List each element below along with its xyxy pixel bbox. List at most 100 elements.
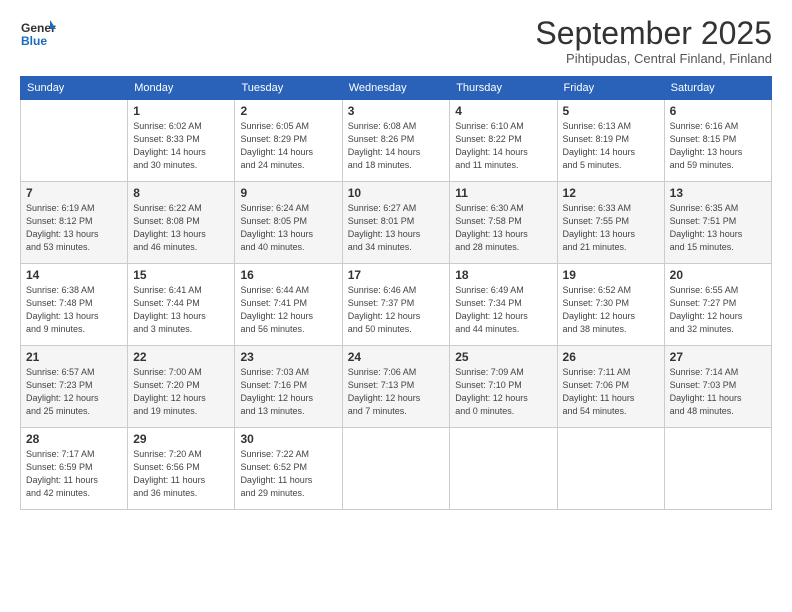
table-row: 25 Sunrise: 7:09 AM Sunset: 7:10 PM Dayli… <box>450 346 557 428</box>
page-header: General Blue September 2025 Pihtipudas, … <box>20 16 772 66</box>
table-row: 18 Sunrise: 6:49 AM Sunset: 7:34 PM Dayli… <box>450 264 557 346</box>
day-number: 2 <box>240 104 336 118</box>
day-number: 8 <box>133 186 229 200</box>
day-number: 4 <box>455 104 551 118</box>
day-info: Sunrise: 6:49 AM Sunset: 7:34 PM Dayligh… <box>455 284 551 336</box>
day-info: Sunrise: 6:33 AM Sunset: 7:55 PM Dayligh… <box>563 202 659 254</box>
col-monday: Monday <box>128 77 235 100</box>
table-row: 19 Sunrise: 6:52 AM Sunset: 7:30 PM Dayli… <box>557 264 664 346</box>
calendar-week-row: 1 Sunrise: 6:02 AM Sunset: 8:33 PM Daylig… <box>21 100 772 182</box>
day-number: 27 <box>670 350 766 364</box>
table-row: 15 Sunrise: 6:41 AM Sunset: 7:44 PM Dayli… <box>128 264 235 346</box>
day-number: 13 <box>670 186 766 200</box>
day-info: Sunrise: 6:19 AM Sunset: 8:12 PM Dayligh… <box>26 202 122 254</box>
table-row: 1 Sunrise: 6:02 AM Sunset: 8:33 PM Daylig… <box>128 100 235 182</box>
day-info: Sunrise: 6:16 AM Sunset: 8:15 PM Dayligh… <box>670 120 766 172</box>
table-row: 13 Sunrise: 6:35 AM Sunset: 7:51 PM Dayli… <box>664 182 771 264</box>
table-row: 3 Sunrise: 6:08 AM Sunset: 8:26 PM Daylig… <box>342 100 449 182</box>
day-number: 9 <box>240 186 336 200</box>
col-saturday: Saturday <box>664 77 771 100</box>
day-info: Sunrise: 6:35 AM Sunset: 7:51 PM Dayligh… <box>670 202 766 254</box>
day-info: Sunrise: 7:14 AM Sunset: 7:03 PM Dayligh… <box>670 366 766 418</box>
table-row <box>21 100 128 182</box>
day-info: Sunrise: 6:27 AM Sunset: 8:01 PM Dayligh… <box>348 202 444 254</box>
day-number: 7 <box>26 186 122 200</box>
table-row: 22 Sunrise: 7:00 AM Sunset: 7:20 PM Dayli… <box>128 346 235 428</box>
table-row: 30 Sunrise: 7:22 AM Sunset: 6:52 PM Dayli… <box>235 428 342 510</box>
day-number: 23 <box>240 350 336 364</box>
day-number: 28 <box>26 432 122 446</box>
day-number: 1 <box>133 104 229 118</box>
month-title: September 2025 <box>535 16 772 51</box>
table-row: 12Sunrise: 6:33 AM Sunset: 7:55 PM Dayli… <box>557 182 664 264</box>
day-info: Sunrise: 6:38 AM Sunset: 7:48 PM Dayligh… <box>26 284 122 336</box>
col-wednesday: Wednesday <box>342 77 449 100</box>
day-info: Sunrise: 6:44 AM Sunset: 7:41 PM Dayligh… <box>240 284 336 336</box>
day-info: Sunrise: 6:10 AM Sunset: 8:22 PM Dayligh… <box>455 120 551 172</box>
table-row: 10 Sunrise: 6:27 AM Sunset: 8:01 PM Dayli… <box>342 182 449 264</box>
day-info: Sunrise: 6:02 AM Sunset: 8:33 PM Dayligh… <box>133 120 229 172</box>
calendar-week-row: 14 Sunrise: 6:38 AM Sunset: 7:48 PM Dayli… <box>21 264 772 346</box>
table-row <box>342 428 449 510</box>
day-info: Sunrise: 7:06 AM Sunset: 7:13 PM Dayligh… <box>348 366 444 418</box>
day-number: 18 <box>455 268 551 282</box>
day-number: 14 <box>26 268 122 282</box>
table-row: 26 Sunrise: 7:11 AM Sunset: 7:06 PM Dayli… <box>557 346 664 428</box>
title-block: September 2025 Pihtipudas, Central Finla… <box>535 16 772 66</box>
day-info: Sunrise: 7:09 AM Sunset: 7:10 PM Dayligh… <box>455 366 551 418</box>
calendar-header-row: Sunday Monday Tuesday Wednesday Thursday… <box>21 77 772 100</box>
logo: General Blue <box>20 16 56 52</box>
day-number: 6 <box>670 104 766 118</box>
table-row: 27 Sunrise: 7:14 AM Sunset: 7:03 PM Dayli… <box>664 346 771 428</box>
table-row: 2Sunrise: 6:05 AM Sunset: 8:29 PM Daylig… <box>235 100 342 182</box>
table-row: 7 Sunrise: 6:19 AM Sunset: 8:12 PM Daylig… <box>21 182 128 264</box>
col-sunday: Sunday <box>21 77 128 100</box>
day-number: 29 <box>133 432 229 446</box>
table-row: 9 Sunrise: 6:24 AM Sunset: 8:05 PM Daylig… <box>235 182 342 264</box>
day-number: 11 <box>455 186 551 200</box>
calendar-week-row: 28Sunrise: 7:17 AM Sunset: 6:59 PM Dayli… <box>21 428 772 510</box>
day-number: 26 <box>563 350 659 364</box>
day-number: 3 <box>348 104 444 118</box>
table-row: 23 Sunrise: 7:03 AM Sunset: 7:16 PM Dayli… <box>235 346 342 428</box>
day-info: Sunrise: 6:24 AM Sunset: 8:05 PM Dayligh… <box>240 202 336 254</box>
day-info: Sunrise: 6:41 AM Sunset: 7:44 PM Dayligh… <box>133 284 229 336</box>
day-info: Sunrise: 6:57 AM Sunset: 7:23 PM Dayligh… <box>26 366 122 418</box>
day-number: 5 <box>563 104 659 118</box>
day-info: Sunrise: 7:03 AM Sunset: 7:16 PM Dayligh… <box>240 366 336 418</box>
day-number: 20 <box>670 268 766 282</box>
table-row <box>664 428 771 510</box>
calendar-week-row: 21Sunrise: 6:57 AM Sunset: 7:23 PM Dayli… <box>21 346 772 428</box>
table-row: 21Sunrise: 6:57 AM Sunset: 7:23 PM Dayli… <box>21 346 128 428</box>
table-row: 29 Sunrise: 7:20 AM Sunset: 6:56 PM Dayli… <box>128 428 235 510</box>
col-tuesday: Tuesday <box>235 77 342 100</box>
calendar-week-row: 7 Sunrise: 6:19 AM Sunset: 8:12 PM Daylig… <box>21 182 772 264</box>
day-info: Sunrise: 6:52 AM Sunset: 7:30 PM Dayligh… <box>563 284 659 336</box>
table-row: 11 Sunrise: 6:30 AM Sunset: 7:58 PM Dayli… <box>450 182 557 264</box>
calendar-table: Sunday Monday Tuesday Wednesday Thursday… <box>20 76 772 510</box>
day-info: Sunrise: 7:22 AM Sunset: 6:52 PM Dayligh… <box>240 448 336 500</box>
day-info: Sunrise: 6:46 AM Sunset: 7:37 PM Dayligh… <box>348 284 444 336</box>
day-number: 25 <box>455 350 551 364</box>
day-info: Sunrise: 7:20 AM Sunset: 6:56 PM Dayligh… <box>133 448 229 500</box>
day-number: 17 <box>348 268 444 282</box>
day-number: 22 <box>133 350 229 364</box>
table-row: 24Sunrise: 7:06 AM Sunset: 7:13 PM Dayli… <box>342 346 449 428</box>
day-info: Sunrise: 6:30 AM Sunset: 7:58 PM Dayligh… <box>455 202 551 254</box>
table-row: 16 Sunrise: 6:44 AM Sunset: 7:41 PM Dayli… <box>235 264 342 346</box>
table-row: 20 Sunrise: 6:55 AM Sunset: 7:27 PM Dayli… <box>664 264 771 346</box>
day-number: 16 <box>240 268 336 282</box>
location-subtitle: Pihtipudas, Central Finland, Finland <box>535 51 772 66</box>
day-number: 30 <box>240 432 336 446</box>
day-info: Sunrise: 6:55 AM Sunset: 7:27 PM Dayligh… <box>670 284 766 336</box>
day-number: 15 <box>133 268 229 282</box>
day-number: 10 <box>348 186 444 200</box>
day-info: Sunrise: 6:08 AM Sunset: 8:26 PM Dayligh… <box>348 120 444 172</box>
table-row <box>450 428 557 510</box>
day-info: Sunrise: 7:11 AM Sunset: 7:06 PM Dayligh… <box>563 366 659 418</box>
day-info: Sunrise: 7:00 AM Sunset: 7:20 PM Dayligh… <box>133 366 229 418</box>
table-row <box>557 428 664 510</box>
day-number: 19 <box>563 268 659 282</box>
table-row: 17 Sunrise: 6:46 AM Sunset: 7:37 PM Dayli… <box>342 264 449 346</box>
logo-svg: General Blue <box>20 16 56 52</box>
